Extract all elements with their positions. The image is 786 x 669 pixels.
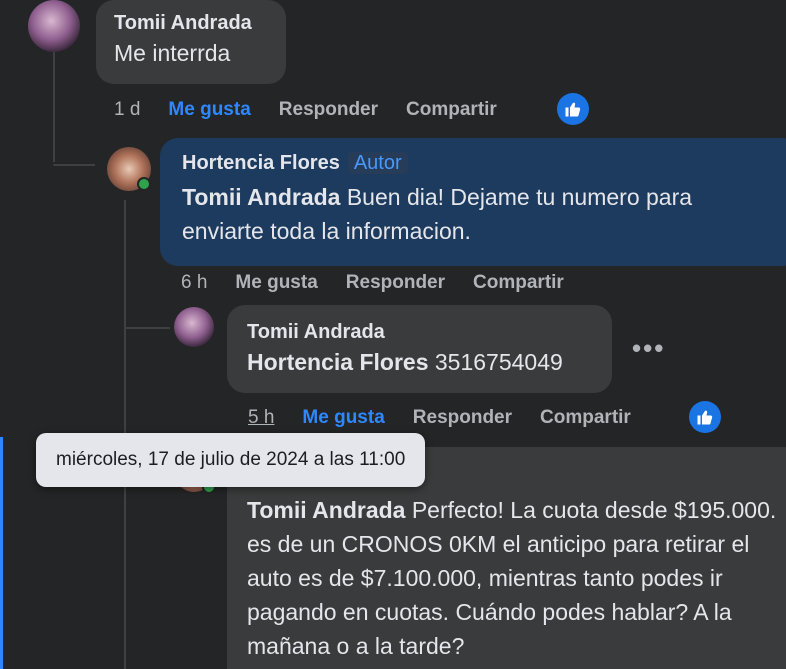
mention-link[interactable]: Hortencia Flores [247,349,429,375]
comment-actions: 5 h Me gusta Responder Compartir [248,405,659,431]
thread-line [53,50,55,162]
thread-line [124,327,170,329]
like-button[interactable]: Me gusta [168,99,250,121]
comment-bubble: Hortencia Flores Autor Tomii Andrada Buen… [160,138,786,266]
avatar[interactable] [174,307,214,347]
comment-author[interactable]: Hortencia Flores [182,152,340,174]
comment-timestamp[interactable]: 5 h [248,407,274,429]
comment-bubble: Tomii Andrada Hortencia Flores 351675404… [227,305,612,393]
share-button[interactable]: Compartir [473,272,564,294]
comment-text-content: 3516754049 [428,349,563,375]
comment-text: Me interrda [114,40,231,66]
comment-actions: 1 d Me gusta Responder Compartir [114,97,525,123]
comment-text: Tomii Andrada Buen dia! Dejame tu numero… [182,180,778,248]
comment-actions: 6 h Me gusta Responder Compartir [181,270,592,296]
reply-button[interactable]: Responder [346,272,445,294]
like-button[interactable]: Me gusta [235,272,317,294]
comment-thread: Tomii Andrada Me interrda 1 d Me gusta R… [0,0,786,669]
comment-author[interactable]: Tomii Andrada [114,10,268,36]
focus-indicator [0,437,3,669]
reply-button[interactable]: Responder [413,407,512,429]
comment-text: Hortencia Flores 3516754049 [247,345,592,379]
thread-line [53,164,95,166]
online-status-icon [137,177,151,191]
comment-timestamp[interactable]: 6 h [181,272,207,294]
mention-link[interactable]: Tomii Andrada [182,184,340,210]
like-reaction-icon[interactable] [557,93,589,125]
like-reaction-icon[interactable] [689,401,721,433]
mention-link[interactable]: Tomii Andrada [247,497,405,523]
author-badge: Autor [347,152,408,174]
share-button[interactable]: Compartir [406,99,497,121]
reply-button[interactable]: Responder [279,99,378,121]
comment-timestamp[interactable]: 1 d [114,99,140,121]
timestamp-tooltip: miércoles, 17 de julio de 2024 a las 11:… [36,433,426,487]
comment-author-line: Hortencia Flores Autor [182,150,778,176]
share-button[interactable]: Compartir [540,407,631,429]
like-button[interactable]: Me gusta [302,407,384,429]
comment-author[interactable]: Tomii Andrada [247,319,592,345]
avatar[interactable] [28,0,80,52]
comment-text: Tomii Andrada Perfecto! La cuota desde $… [247,493,782,663]
comment-bubble: Tomii Andrada Me interrda [96,0,286,84]
more-options-icon[interactable]: ••• [632,333,665,364]
